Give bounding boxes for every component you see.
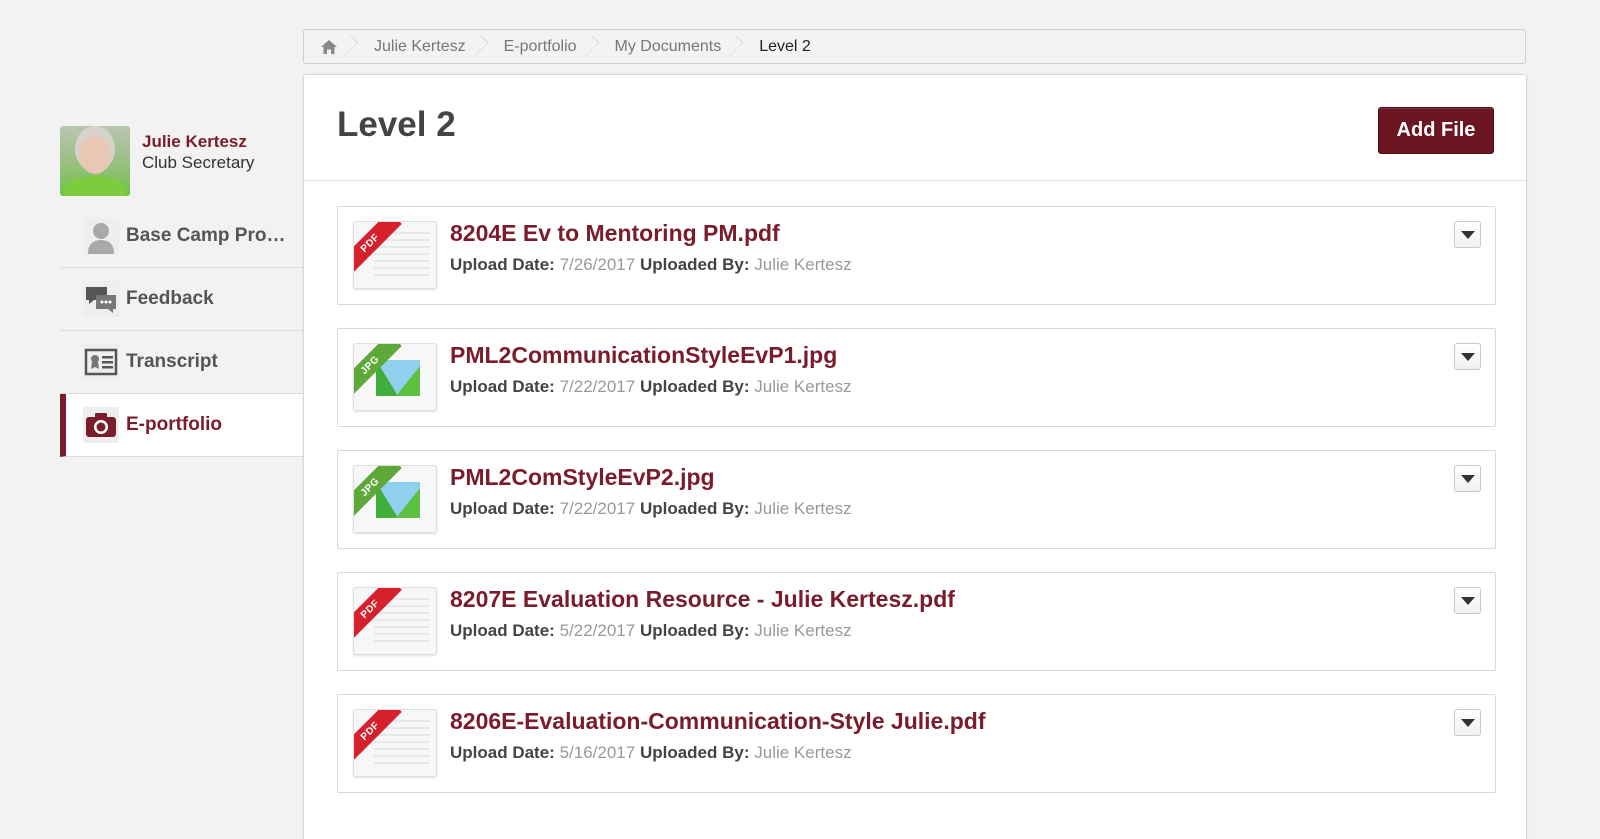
upload-date-label: Upload Date:: [450, 621, 555, 640]
upload-date-label: Upload Date:: [450, 377, 555, 396]
breadcrumb-my-documents[interactable]: My Documents: [601, 30, 740, 63]
upload-date-label: Upload Date:: [450, 499, 555, 518]
sidebar-item-e-portfolio[interactable]: E-portfolio: [60, 394, 303, 457]
caret-down-icon: [1460, 474, 1475, 483]
upload-date-value: 5/22/2017: [559, 621, 636, 640]
panel-header: Level 2 Add File: [304, 75, 1526, 181]
uploaded-by-value: Julie Kertesz: [754, 377, 852, 396]
upload-date-value: 7/22/2017: [559, 377, 636, 396]
file-name-link[interactable]: 8207E Evaluation Resource - Julie Kertes…: [450, 586, 955, 613]
file-name-link[interactable]: 8204E Ev to Mentoring PM.pdf: [450, 220, 780, 247]
file-item: PDF 8204E Ev to Mentoring PM.pdf Upload …: [337, 206, 1496, 305]
upload-date-value: 7/26/2017: [559, 255, 636, 274]
uploaded-by-label: Uploaded By:: [639, 499, 750, 518]
file-meta: Upload Date: 7/22/2017 Uploaded By: Juli…: [450, 377, 852, 397]
upload-date-value: 7/22/2017: [559, 499, 636, 518]
sidebar-item-label: Transcript: [126, 351, 218, 372]
sidebar-item-label: Feedback: [126, 288, 214, 309]
upload-date-label: Upload Date:: [450, 743, 555, 762]
sidebar-item-label: Base Camp Pro…: [126, 225, 286, 246]
certificate-icon: [83, 344, 119, 380]
file-list: PDF 8204E Ev to Mentoring PM.pdf Upload …: [337, 206, 1496, 816]
breadcrumb-current: Level 2: [759, 37, 811, 55]
uploaded-by-label: Uploaded By:: [639, 377, 750, 396]
file-meta: Upload Date: 7/26/2017 Uploaded By: Juli…: [450, 255, 852, 275]
file-meta: Upload Date: 5/22/2017 Uploaded By: Juli…: [450, 621, 852, 641]
jpg-file-icon[interactable]: JPG: [353, 465, 437, 533]
file-options-dropdown[interactable]: [1454, 221, 1481, 248]
uploaded-by-value: Julie Kertesz: [754, 621, 852, 640]
upload-date-label: Upload Date:: [450, 255, 555, 274]
profile-role: Club Secretary: [142, 153, 255, 172]
breadcrumb: Julie Kertesz E-portfolio My Documents L…: [303, 29, 1526, 64]
file-options-dropdown[interactable]: [1454, 587, 1481, 614]
uploaded-by-value: Julie Kertesz: [754, 255, 852, 274]
sidebar-item-transcript[interactable]: Transcript: [60, 331, 303, 394]
pdf-file-icon[interactable]: PDF: [353, 709, 437, 777]
file-name-link[interactable]: PML2ComStyleEvP2.jpg: [450, 464, 715, 491]
page-title: Level 2: [337, 105, 456, 144]
avatar[interactable]: [60, 126, 130, 196]
caret-down-icon: [1460, 718, 1475, 727]
pdf-file-icon[interactable]: PDF: [353, 221, 437, 289]
breadcrumb-julie-kertesz[interactable]: Julie Kertesz: [360, 30, 484, 63]
sidebar-item-base-camp[interactable]: Base Camp Pro…: [60, 205, 303, 268]
uploaded-by-value: Julie Kertesz: [754, 499, 852, 518]
sidebar-nav: Base Camp Pro… Feedback Transcript E-por…: [60, 205, 303, 457]
file-item: JPG PML2ComStyleEvP2.jpg Upload Date: 7/…: [337, 450, 1496, 549]
uploaded-by-label: Uploaded By:: [639, 743, 750, 762]
camera-icon: [83, 407, 119, 443]
file-item: PDF 8206E-Evaluation-Communication-Style…: [337, 694, 1496, 793]
pdf-file-icon[interactable]: PDF: [353, 587, 437, 655]
file-item: JPG PML2CommunicationStyleEvP1.jpg Uploa…: [337, 328, 1496, 427]
upload-date-value: 5/16/2017: [559, 743, 636, 762]
caret-down-icon: [1460, 352, 1475, 361]
file-options-dropdown[interactable]: [1454, 343, 1481, 370]
person-icon: [83, 218, 119, 254]
sidebar-item-feedback[interactable]: Feedback: [60, 268, 303, 331]
breadcrumb-home[interactable]: [304, 30, 354, 63]
caret-down-icon: [1460, 230, 1475, 239]
file-options-dropdown[interactable]: [1454, 465, 1481, 492]
profile-card: Julie Kertesz Club Secretary: [60, 126, 254, 196]
profile-name[interactable]: Julie Kertesz: [142, 132, 254, 152]
uploaded-by-label: Uploaded By:: [639, 255, 750, 274]
file-options-dropdown[interactable]: [1454, 709, 1481, 736]
jpg-file-icon[interactable]: JPG: [353, 343, 437, 411]
caret-down-icon: [1460, 596, 1475, 605]
file-meta: Upload Date: 7/22/2017 Uploaded By: Juli…: [450, 499, 852, 519]
uploaded-by-value: Julie Kertesz: [754, 743, 852, 762]
file-name-link[interactable]: 8206E-Evaluation-Communication-Style Jul…: [450, 708, 986, 735]
add-file-button[interactable]: Add File: [1378, 107, 1494, 154]
file-meta: Upload Date: 5/16/2017 Uploaded By: Juli…: [450, 743, 852, 763]
sidebar-item-label: E-portfolio: [126, 414, 223, 435]
chat-bubbles-icon: [83, 281, 119, 317]
file-item: PDF 8207E Evaluation Resource - Julie Ke…: [337, 572, 1496, 671]
file-name-link[interactable]: PML2CommunicationStyleEvP1.jpg: [450, 342, 837, 369]
main-panel: Level 2 Add File PDF 8204E Ev to Mentori…: [303, 74, 1527, 839]
breadcrumb-e-portfolio[interactable]: E-portfolio: [490, 30, 595, 63]
uploaded-by-label: Uploaded By:: [639, 621, 750, 640]
home-icon: [321, 39, 337, 54]
